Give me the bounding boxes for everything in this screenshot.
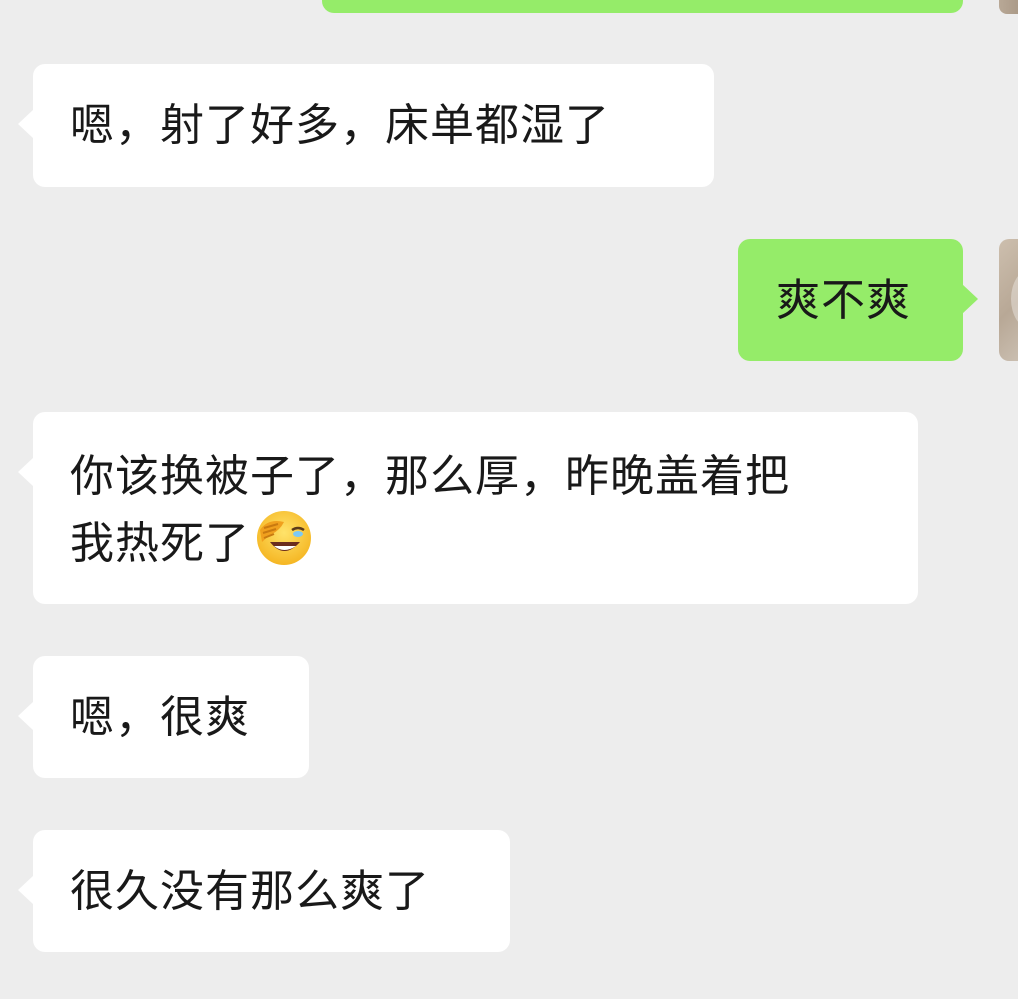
incoming-message-bubble[interactable]: 嗯，射了好多，床单都湿了 xyxy=(18,64,714,187)
bubble-tail xyxy=(18,109,34,139)
message-text: 你该换被子了，那么厚，昨晚盖着把 我热死了 xyxy=(70,446,790,575)
outgoing-message-bubble[interactable]: 爽不爽 xyxy=(738,239,978,361)
incoming-message-bubble[interactable]: 很久没有那么爽了 xyxy=(18,830,510,952)
message-text: 嗯，很爽 xyxy=(70,692,250,743)
face-palm-laughing-emoji xyxy=(257,511,311,565)
avatar-photo xyxy=(1011,269,1018,329)
chat-history[interactable]: 嗯，射了好多，床单都湿了 爽不爽 你该换被子了，那么厚，昨晚盖着把 我热死了 嗯… xyxy=(0,0,1018,999)
incoming-message-bubble[interactable]: 嗯，很爽 xyxy=(18,656,309,778)
user-avatar-partial[interactable] xyxy=(999,0,1018,14)
message-text: 爽不爽 xyxy=(776,275,911,326)
bubble-tail xyxy=(18,875,34,905)
message-line-1: 你该换被子了，那么厚，昨晚盖着把 xyxy=(70,451,790,502)
message-line-2: 我热死了 xyxy=(70,518,250,569)
bubble-tail xyxy=(18,701,34,731)
message-text: 嗯，射了好多，床单都湿了 xyxy=(70,100,610,151)
outgoing-message-bubble-partial[interactable] xyxy=(322,0,963,13)
message-text: 很久没有那么爽了 xyxy=(70,866,430,917)
bubble-tail xyxy=(18,457,34,487)
bubble-tail xyxy=(962,284,978,314)
incoming-message-bubble[interactable]: 你该换被子了，那么厚，昨晚盖着把 我热死了 xyxy=(18,412,918,604)
user-avatar[interactable] xyxy=(999,239,1018,361)
